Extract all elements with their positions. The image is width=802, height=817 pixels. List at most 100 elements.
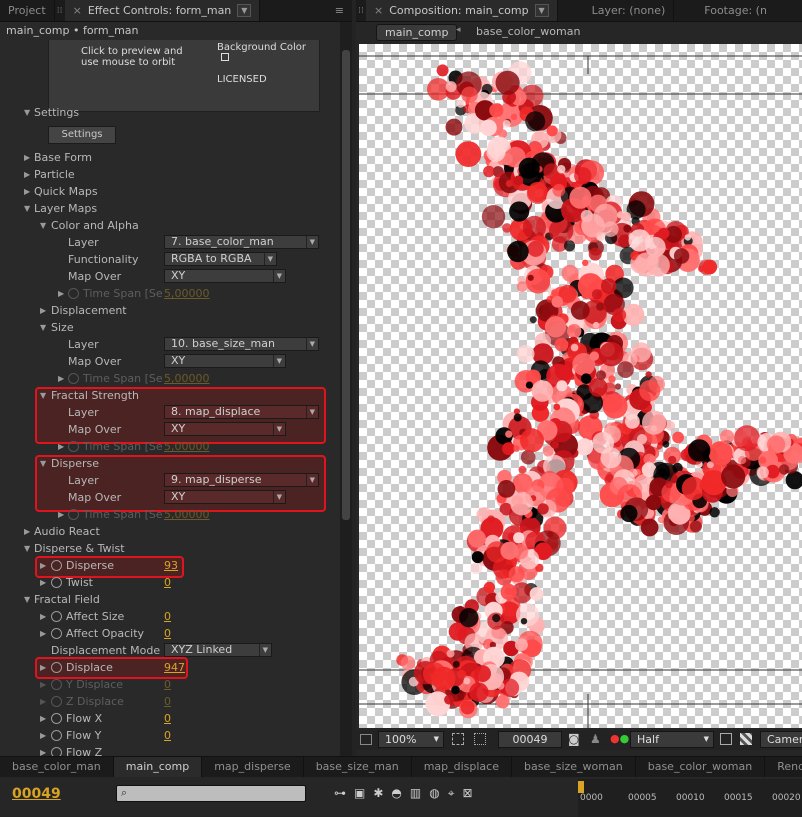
flow-x-value[interactable]: 0	[164, 710, 171, 727]
stopwatch-icon[interactable]	[51, 577, 62, 588]
particle	[508, 566, 525, 583]
timeline-tab[interactable]: base_color_man	[0, 757, 114, 777]
tab-composition[interactable]: × Composition: main_comp ▼	[366, 0, 558, 21]
snapshot-icon[interactable]: ◙	[568, 732, 580, 746]
stopwatch-icon[interactable]	[68, 441, 79, 452]
stopwatch-icon[interactable]	[51, 730, 62, 741]
timeline-search-input[interactable]: ⌕	[116, 785, 306, 802]
stopwatch-icon[interactable]	[68, 509, 79, 520]
timeline-tab[interactable]: base_size_woman	[512, 757, 636, 777]
tab-footage[interactable]: Footage: (n	[674, 0, 775, 21]
particle	[529, 587, 544, 601]
stopwatch-icon[interactable]	[68, 373, 79, 384]
channel-icon[interactable]: ●●	[610, 732, 629, 745]
zoom-dropdown[interactable]: 100% ▼	[378, 731, 444, 748]
form-preview[interactable]: Click to preview and use mouse to orbit B…	[48, 40, 320, 112]
roi-icon[interactable]	[720, 733, 732, 745]
disperse-value[interactable]: 93	[164, 557, 178, 574]
fractal-layer-dropdown[interactable]: 8. map_displace	[164, 405, 319, 419]
particle	[486, 143, 506, 162]
functionality-dropdown[interactable]: RGBA to RGBA	[164, 252, 277, 266]
timeline-tab[interactable]: Render	[765, 757, 802, 777]
draft-3d-icon[interactable]: ▣	[354, 786, 373, 800]
composition-viewer[interactable]	[359, 44, 802, 728]
stopwatch-icon[interactable]	[51, 713, 62, 724]
timeline-tab[interactable]: base_size_man	[304, 757, 412, 777]
region-icon[interactable]	[474, 733, 486, 745]
group-color-alpha[interactable]: ▼ Color and Alpha	[0, 217, 338, 234]
tab-effect-controls[interactable]: × Effect Controls: form_man ▼	[64, 0, 261, 21]
particle	[658, 468, 667, 477]
motion-blur-icon[interactable]: ▥	[410, 786, 429, 800]
stopwatch-icon[interactable]	[51, 696, 62, 707]
group-disperse-layer[interactable]: ▼ Disperse	[0, 455, 338, 472]
tab-project[interactable]: Project	[0, 0, 55, 21]
tab-layer[interactable]: Layer: (none)	[558, 0, 675, 21]
camera-dropdown[interactable]: Camer	[760, 731, 802, 748]
group-displacement[interactable]: ▶ Displacement	[0, 302, 338, 319]
color-map-over-dropdown[interactable]: XY	[164, 269, 286, 283]
shy-icon[interactable]: ✱	[373, 786, 391, 800]
tab-menu-icon[interactable]: ▼	[534, 4, 549, 17]
affect-size-value[interactable]: 0	[164, 608, 171, 625]
grip-icon[interactable]: ⁞⁞	[356, 0, 366, 21]
fractal-map-over-dropdown[interactable]: XY	[164, 422, 286, 436]
timeline-tab[interactable]: main_comp	[113, 757, 203, 777]
flow-y-value[interactable]: 0	[164, 727, 171, 744]
grip-icon[interactable]: ⁞⁞	[55, 0, 65, 21]
close-icon[interactable]: ×	[73, 4, 82, 17]
stopwatch-icon[interactable]	[51, 662, 62, 673]
effect-scrollbar-thumb[interactable]	[342, 50, 350, 520]
graph-editor-icon[interactable]: ⌖	[448, 786, 463, 800]
stopwatch-icon[interactable]	[51, 679, 62, 690]
time-ruler[interactable]: 0000 00005 00010 00015 00020	[578, 779, 802, 817]
displace-value[interactable]: 947	[164, 659, 185, 676]
disperse-layer-dropdown[interactable]: 9. map_disperse	[164, 473, 319, 487]
auto-keyframe-icon[interactable]: ⊠	[462, 786, 480, 800]
group-size[interactable]: ▼ Size	[0, 319, 338, 336]
settings-button[interactable]: Settings	[48, 126, 116, 144]
settings-section[interactable]: ▼ Settings	[0, 104, 338, 121]
disperse-map-over-dropdown[interactable]: XY	[164, 490, 286, 504]
comp-nav-child[interactable]: base_color_woman	[476, 25, 580, 38]
group-fractal-strength[interactable]: ▼ Fractal Strength	[0, 387, 338, 404]
timeline-tab[interactable]: map_disperse	[202, 757, 304, 777]
group-disperse-twist[interactable]: ▼ Disperse & Twist	[0, 540, 338, 557]
comp-nav-current[interactable]: main_comp	[376, 24, 458, 41]
stopwatch-icon[interactable]	[68, 288, 79, 299]
group-quick-maps[interactable]: ▶ Quick Maps	[0, 183, 338, 200]
group-particle[interactable]: ▶ Particle	[0, 166, 338, 183]
affect-opacity-value[interactable]: 0	[164, 625, 171, 642]
size-layer-dropdown[interactable]: 10. base_size_man	[164, 337, 319, 351]
resolution-dropdown[interactable]: Half ▼	[630, 731, 714, 748]
close-icon[interactable]: ×	[374, 4, 383, 17]
stopwatch-icon[interactable]	[51, 611, 62, 622]
stopwatch-icon[interactable]	[51, 628, 62, 639]
current-time-field[interactable]: 00049	[498, 731, 562, 748]
group-audio-react[interactable]: ▶ Audio React	[0, 523, 338, 540]
show-snapshot-icon[interactable]: ♟	[590, 732, 601, 746]
group-base-form[interactable]: ▶ Base Form	[0, 149, 338, 166]
timeline-timecode[interactable]: 00049	[12, 786, 61, 802]
stopwatch-icon[interactable]	[51, 560, 62, 571]
timeline-tab[interactable]: map_displace	[412, 757, 512, 777]
tab-menu-icon[interactable]: ▼	[237, 4, 252, 17]
fit-icon[interactable]	[452, 733, 464, 745]
size-map-over-dropdown[interactable]: XY	[164, 354, 286, 368]
particle	[463, 677, 471, 685]
work-area-start-handle[interactable]	[578, 781, 584, 793]
transparency-grid-icon[interactable]	[740, 733, 752, 745]
brainstorm-icon[interactable]: ◍	[429, 786, 447, 800]
displacement-mode-dropdown[interactable]: XYZ Linked	[164, 643, 272, 657]
panel-menu-icon[interactable]: ≡	[327, 0, 352, 21]
frame-blending-icon[interactable]: ◓	[391, 786, 409, 800]
always-preview-icon[interactable]	[360, 734, 372, 745]
comp-mini-flowchart-icon[interactable]: ⊶	[334, 786, 354, 800]
twist-value[interactable]: 0	[164, 574, 171, 591]
stopwatch-icon[interactable]	[51, 747, 62, 756]
group-layer-maps[interactable]: ▼ Layer Maps	[0, 200, 338, 217]
group-fractal-field[interactable]: ▼ Fractal Field	[0, 591, 338, 608]
timeline-tab[interactable]: base_color_woman	[636, 757, 766, 777]
background-color-checkbox[interactable]	[221, 53, 229, 61]
color-layer-dropdown[interactable]: 7. base_color_man	[164, 235, 319, 249]
